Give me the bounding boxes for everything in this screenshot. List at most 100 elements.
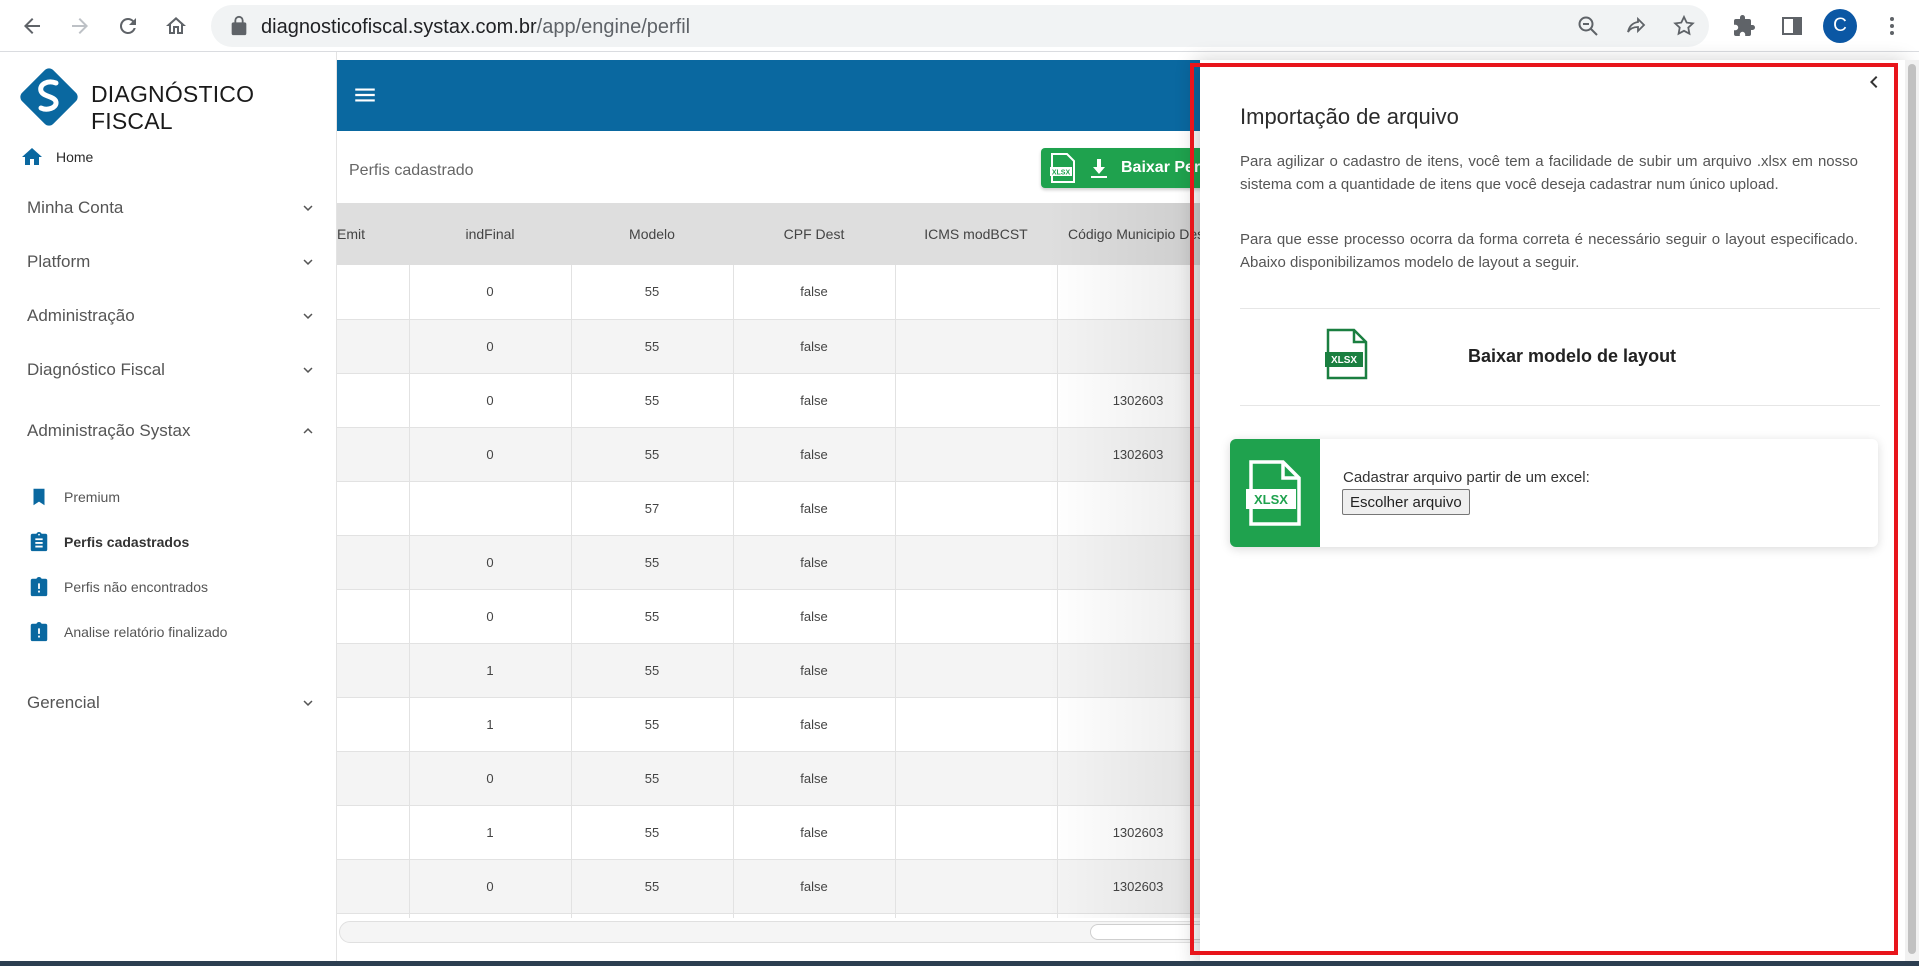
page-scrollbar[interactable] [1905,60,1919,966]
column-header[interactable]: CPF Dest [733,203,895,265]
table-cell [1057,913,1220,918]
table-cell [337,643,410,698]
table-cell [571,913,734,918]
sidebar-item-analise-relatorio[interactable]: Analise relatório finalizado [28,621,227,643]
upload-card: XLSX Cadastrar arquivo partir de um exce… [1230,439,1878,547]
table-cell [337,427,410,482]
table-cell [895,805,1058,860]
table-cell: 55 [571,427,734,482]
sidebar-group-diagnostico-fiscal[interactable]: Diagnóstico Fiscal [27,355,317,385]
table-cell: 55 [571,751,734,806]
table-cell [895,751,1058,806]
table-cell [1057,697,1220,752]
column-header[interactable]: ICMS modBCST [895,203,1057,265]
table-cell: false [733,481,896,536]
table-cell: false [733,697,896,752]
xlsx-file-icon: XLSX [1050,153,1075,183]
home-outline-icon [166,17,186,34]
address-bar[interactable]: diagnosticofiscal.systax.com.br/app/engi… [211,5,1709,47]
table-cell: 55 [571,319,734,374]
extensions-icon[interactable] [1732,14,1756,38]
menu-icon[interactable] [352,82,378,108]
download-icon [1091,159,1107,178]
table-cell [337,589,410,644]
table-cell: false [733,535,896,590]
table-cell: false [733,373,896,428]
reload-button[interactable] [110,8,146,44]
table-cell [337,535,410,590]
choose-file-button[interactable]: Escolher arquivo [1342,489,1470,515]
scrollbar-thumb[interactable] [1908,64,1916,954]
sidebar-item-perfis-nao-encontrados[interactable]: Perfis não encontrados [28,576,208,598]
chevron-left-icon[interactable] [1862,70,1886,94]
reload-icon [119,17,136,34]
table-cell [337,805,410,860]
back-button[interactable] [14,8,50,44]
arrow-left-icon [24,18,40,34]
table-cell [1057,589,1220,644]
table-cell [895,643,1058,698]
xlsx-badge-text: XLSX [1254,492,1288,507]
arrow-right-icon [72,18,88,34]
xlsx-file-icon: XLSX [1325,328,1368,380]
sidebar-group-gerencial[interactable]: Gerencial [27,688,317,718]
table-cell: false [733,265,896,320]
drawer-title: Importação de arquivo [1240,104,1459,129]
table-cell [895,913,1058,918]
sidebar-group-minha-conta[interactable]: Minha Conta [27,193,317,223]
sidebar-item-label: Home [56,149,94,165]
table-cell [409,481,572,536]
drawer-intro-text: Para agilizar o cadastro de itens, você … [1240,153,1858,193]
table-cell: 0 [409,373,572,428]
bookmark-icon [33,488,45,506]
table-cell [895,427,1058,482]
table-cell: 0 [409,265,572,320]
table-cell [337,697,410,752]
import-drawer: Importação de arquivo Para agilizar o ca… [1200,60,1912,966]
sidebar-group-platform[interactable]: Platform [27,247,317,277]
table-cell: 1302603 [1057,805,1220,860]
column-header[interactable]: indFinal [409,203,571,265]
table-cell [895,373,1058,428]
table-cell: 55 [571,859,734,914]
chevron-down-icon [303,700,313,706]
more-vert-icon[interactable] [1880,14,1904,38]
side-panel-icon[interactable] [1780,14,1804,38]
table-cell: false [733,859,896,914]
table-cell [1057,751,1220,806]
bookmark-star-icon[interactable] [1672,14,1696,38]
sidebar-group-administracao-systax[interactable]: Administração Systax [27,416,317,446]
table-cell [895,319,1058,374]
home-button[interactable] [158,8,194,44]
table-cell [895,535,1058,590]
table-cell: 0 [409,859,572,914]
systax-logo [20,68,78,126]
share-icon[interactable] [1624,14,1648,38]
download-layout-link[interactable]: XLSX Baixar modelo de layout [1240,310,1880,405]
chevron-up-icon [303,428,313,434]
sidebar-group-administracao[interactable]: Administração [27,301,317,331]
sidebar-item-home[interactable]: Home [20,145,93,169]
url-text: diagnosticofiscal.systax.com.br/app/engi… [261,16,691,38]
table-cell [1057,265,1220,320]
sidebar-item-premium[interactable]: Premium [28,486,120,508]
column-header[interactable]: Emit [337,203,409,265]
lock-icon [231,15,247,36]
table-cell [895,265,1058,320]
browser-toolbar: diagnosticofiscal.systax.com.br/app/engi… [0,0,1919,52]
forward-button[interactable] [62,8,98,44]
table-cell: 55 [571,589,734,644]
table-cell: 0 [409,535,572,590]
table-cell [895,697,1058,752]
table-cell: false [733,805,896,860]
table-cell [733,913,896,918]
column-header[interactable]: Código Municipio Dest [1057,203,1219,265]
divider [1240,308,1880,309]
column-header[interactable]: Modelo [571,203,733,265]
xlsx-file-icon: XLSX [1246,460,1301,526]
table-cell [1057,319,1220,374]
clipboard-alert-icon [30,576,48,597]
profile-avatar[interactable]: C [1823,9,1857,43]
zoom-out-icon[interactable] [1576,14,1600,38]
sidebar-item-perfis-cadastrados[interactable]: Perfis cadastrados [28,531,189,553]
